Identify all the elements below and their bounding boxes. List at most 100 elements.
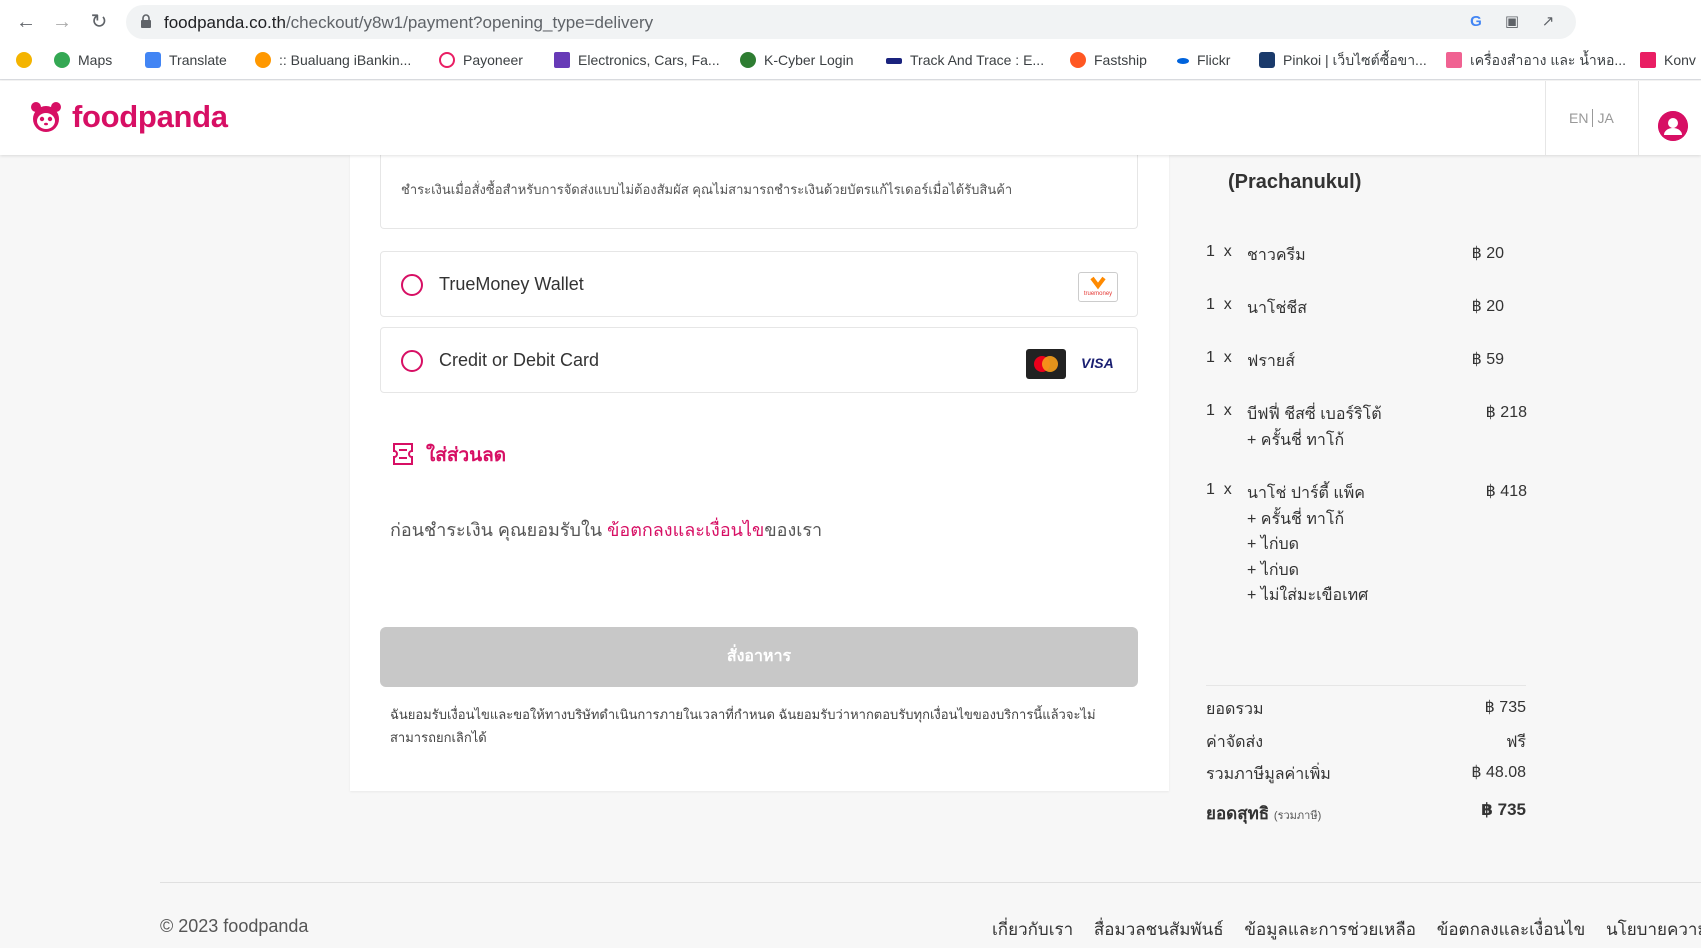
- vat-value: ฿ 48.08: [1471, 764, 1526, 781]
- card-option[interactable]: Credit or Debit Card VISA: [380, 327, 1138, 393]
- bookmark-label: Translate: [169, 52, 227, 68]
- lang-ja[interactable]: JA: [1597, 110, 1613, 126]
- truemoney-option[interactable]: TrueMoney Wallet truemoney: [380, 251, 1138, 317]
- bookmark-label: Konv: [1664, 52, 1696, 68]
- cosmetics-icon: [1446, 52, 1462, 68]
- qty-x: x: [1223, 402, 1232, 419]
- cart-summary: (Prachanukul) 1 x ชาวครีม ฿ 20 1 x นาโช่…: [1206, 155, 1527, 835]
- item-addon: + ครั้นชี่ ทาโก้: [1247, 511, 1345, 528]
- footer-divider: [160, 882, 1701, 883]
- card-radio[interactable]: [401, 350, 423, 372]
- cash-option[interactable]: ชำระเงินเมื่อสั่งซื้อสำหรับการจัดส่งแบบไ…: [380, 145, 1138, 229]
- shop-icon: [554, 52, 570, 68]
- restaurant-name: (Prachanukul): [1228, 171, 1362, 193]
- mastercard-logo-icon: [1026, 349, 1066, 379]
- apply-voucher-link[interactable]: ใส่ส่วนลด: [426, 440, 506, 470]
- item-addon: + ไก่บด: [1247, 562, 1300, 579]
- item-name: นาโช่ชีส: [1247, 300, 1307, 317]
- qty-value: 1: [1206, 402, 1215, 419]
- bookmark-item[interactable]: Electronics, Cars, Fa...: [554, 48, 720, 72]
- fastship-icon: [1070, 52, 1086, 68]
- cart-divider: [1206, 685, 1526, 686]
- terms-suffix: ของเรา: [764, 520, 823, 540]
- item-price: ฿ 218: [1485, 404, 1527, 421]
- item-addon: + ไก่บด: [1247, 536, 1300, 553]
- qty-value: 1: [1206, 243, 1215, 260]
- bookmark-item[interactable]: Konv: [1640, 48, 1696, 72]
- bookmark-label: Maps: [78, 52, 113, 68]
- reload-icon[interactable]: ↻: [87, 10, 111, 34]
- language-switcher[interactable]: EN JA: [1569, 109, 1614, 127]
- lang-en[interactable]: EN: [1569, 110, 1588, 126]
- flickr-icon: [1177, 58, 1189, 64]
- item-name: ฟรายส์: [1247, 353, 1296, 370]
- bookmark-label: Electronics, Cars, Fa...: [578, 52, 720, 68]
- item-addon: + ไม่ใส่มะเขือเทศ: [1247, 587, 1369, 604]
- pinkoi-icon: [1259, 52, 1275, 68]
- terms-prefix: ก่อนชำระเงิน คุณยอมรับใน: [390, 520, 608, 540]
- truemoney-logo-icon: truemoney: [1078, 272, 1118, 302]
- panda-logo-icon[interactable]: [30, 101, 62, 133]
- bookmark-item[interactable]: Maps: [54, 48, 112, 72]
- visa-logo-icon: VISA: [1081, 355, 1114, 371]
- footer-link-press[interactable]: สื่อมวลชนสัมพันธ์: [1094, 920, 1224, 939]
- kbank-icon: [740, 52, 756, 68]
- bookmark-item[interactable]: Flickr: [1177, 48, 1230, 72]
- vat-label: รวมภาษีมูลค่าเพิ่ม: [1206, 766, 1331, 783]
- bookmark-item[interactable]: เครื่องสำอาง และ น้ำหอ...: [1446, 48, 1626, 72]
- bookmark-item[interactable]: Translate: [145, 48, 227, 72]
- item-qty: 1 x: [1206, 402, 1232, 420]
- svg-text:truemoney: truemoney: [1084, 291, 1112, 297]
- url-path: /checkout/y8w1/payment?opening_type=deli…: [285, 13, 654, 32]
- user-avatar-icon[interactable]: [1658, 111, 1688, 141]
- maps-pin-icon: [54, 52, 70, 68]
- footer-link-terms[interactable]: ข้อตกลงและเงื่อนไข: [1437, 920, 1586, 939]
- forward-arrow-icon[interactable]: →: [50, 10, 74, 34]
- footer-links: เกี่ยวกับเรา สื่อมวลชนสัมพันธ์ ข้อมูลและ…: [992, 916, 1701, 943]
- item-name: ชาวครีม: [1247, 247, 1306, 264]
- bookmark-label: เครื่องสำอาง และ น้ำหอ...: [1470, 52, 1627, 68]
- bookmark-item[interactable]: :: Bualuang iBankin...: [255, 48, 411, 72]
- qty-value: 1: [1206, 481, 1215, 498]
- translate-page-icon[interactable]: ▣: [1502, 12, 1522, 32]
- lock-icon: [141, 14, 151, 28]
- bookmark-item[interactable]: [16, 48, 40, 72]
- truemoney-radio[interactable]: [401, 274, 423, 296]
- voucher-icon[interactable]: [392, 442, 414, 466]
- bookmark-item[interactable]: Payoneer: [439, 48, 523, 72]
- total-label: ยอดสุทธิ (รวมภาษี): [1206, 800, 1321, 827]
- item-price: ฿ 418: [1485, 483, 1527, 500]
- bookmark-item[interactable]: Track And Trace : E...: [886, 48, 1044, 72]
- bookmark-label: K-Cyber Login: [764, 52, 854, 68]
- footer-link-about[interactable]: เกี่ยวกับเรา: [992, 920, 1073, 939]
- subtotal-value: ฿ 735: [1484, 699, 1526, 716]
- bookmark-item[interactable]: Pinkoi | เว็บไซต์ซื้อขา...: [1259, 48, 1427, 72]
- bookmark-item[interactable]: K-Cyber Login: [740, 48, 854, 72]
- back-arrow-icon[interactable]: ←: [14, 10, 38, 34]
- site-header: foodpanda EN JA: [0, 81, 1701, 155]
- bookmark-label: :: Bualuang iBankin...: [279, 52, 412, 68]
- item-qty: 1 x: [1206, 481, 1232, 499]
- item-qty: 1 x: [1206, 349, 1232, 367]
- item-price: ฿ 59: [1471, 351, 1504, 368]
- translate-icon: [145, 52, 161, 68]
- share-icon[interactable]: ↗: [1538, 12, 1558, 32]
- footer-link-help[interactable]: ข้อมูลและการช่วยเหลือ: [1244, 920, 1416, 939]
- info-icon: [255, 52, 271, 68]
- disclaimer-text: ฉันยอมรับเงื่อนไขและขอให้ทางบริษัทดำเนิน…: [390, 707, 1096, 745]
- bookmark-favicon-icon: [16, 52, 32, 68]
- delivery-fee-value: ฟรี: [1506, 734, 1526, 751]
- copyright: © 2023 foodpanda: [160, 916, 309, 936]
- subtotal-label: ยอดรวม: [1206, 701, 1264, 718]
- address-bar[interactable]: foodpanda.co.th/checkout/y8w1/payment?op…: [126, 5, 1576, 39]
- footer-link-privacy[interactable]: นโยบายความเป็นส: [1606, 920, 1701, 939]
- browser-chrome: ← → ↻ foodpanda.co.th/checkout/y8w1/paym…: [0, 0, 1701, 80]
- place-order-button[interactable]: สั่งอาหาร: [380, 627, 1138, 687]
- item-qty: 1 x: [1206, 243, 1232, 261]
- google-icon[interactable]: G: [1466, 12, 1486, 32]
- bookmark-label: Flickr: [1197, 52, 1231, 68]
- terms-link[interactable]: ข้อตกลงและเงื่อนไข: [607, 520, 764, 540]
- bookmark-item[interactable]: Fastship: [1070, 48, 1147, 72]
- bookmark-label: Fastship: [1094, 52, 1147, 68]
- logo-text[interactable]: foodpanda: [72, 99, 228, 135]
